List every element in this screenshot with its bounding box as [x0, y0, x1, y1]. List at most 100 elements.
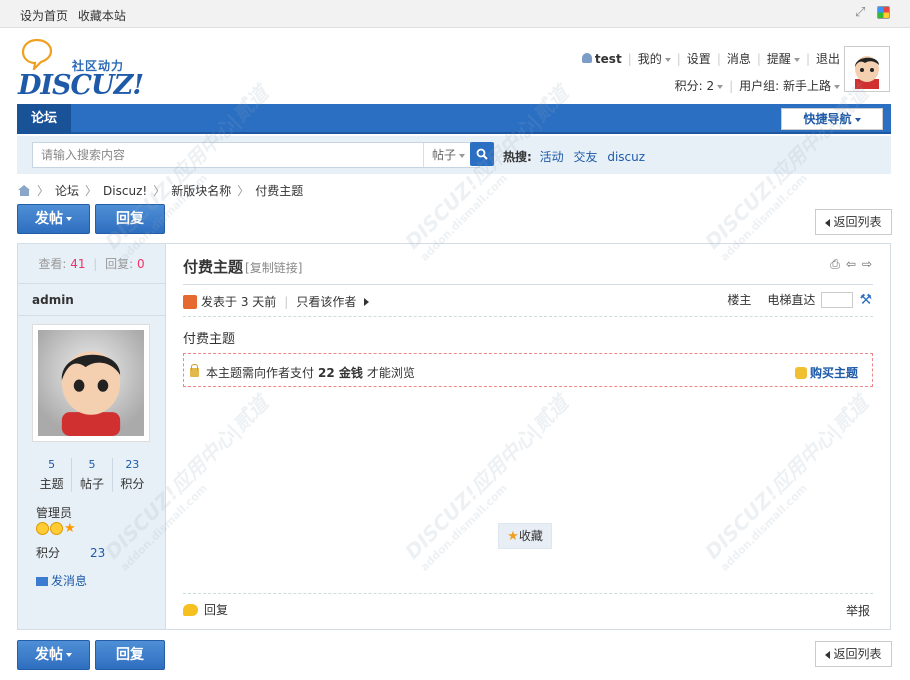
chevron-down-icon	[664, 57, 671, 62]
prev-thread-icon[interactable]: ⇦	[846, 257, 856, 272]
author-sidebar: 查看: 41 | 回复: 0 admin 5主题 5帖子 23积分 管理员	[18, 244, 166, 629]
print-icon[interactable]: ⎙	[830, 257, 840, 272]
new-post-button-bottom[interactable]: 发帖	[17, 640, 90, 670]
report-link[interactable]: 举报	[846, 602, 870, 619]
search-bar: 请输入搜索内容 帖子 热搜: 活动 交友 discuz	[17, 136, 891, 174]
arrow-right-icon	[364, 297, 370, 306]
search-placeholder: 请输入搜索内容	[41, 148, 126, 162]
back-to-list-button[interactable]: 返回列表	[815, 209, 892, 235]
buy-thread-button[interactable]: 购买主题	[794, 364, 858, 381]
smile-icon	[50, 522, 63, 535]
thread-post: 查看: 41 | 回复: 0 admin 5主题 5帖子 23积分 管理员	[17, 243, 891, 630]
divider	[183, 593, 873, 594]
chevron-down-icon	[854, 117, 861, 122]
header-avatar[interactable]	[844, 46, 890, 92]
author-credit: 积分 23	[36, 546, 106, 560]
only-author-link[interactable]: 只看该作者	[296, 293, 356, 310]
divider	[183, 284, 873, 285]
lock-icon	[190, 364, 199, 377]
back-to-list-button-bottom[interactable]: 返回列表	[815, 641, 892, 667]
logo-bubble-icon	[21, 38, 53, 70]
search-button[interactable]	[470, 142, 494, 166]
messages-link[interactable]: 消息	[727, 50, 751, 67]
quick-nav-button[interactable]: 快捷导航	[781, 108, 883, 130]
post-time: 发表于 3 天前	[201, 295, 277, 309]
new-post-button[interactable]: 发帖	[17, 204, 90, 234]
chevron-down-icon	[66, 653, 72, 657]
floor-jump-input[interactable]	[821, 291, 854, 308]
breadcrumb-item[interactable]: 新版块名称	[171, 182, 231, 199]
breadcrumb-item[interactable]: Discuz!	[103, 184, 147, 198]
breadcrumb-current[interactable]: 付费主题	[255, 182, 303, 199]
author-name[interactable]: admin	[18, 284, 165, 316]
jump-label: 电梯直达	[767, 293, 816, 307]
price: 22 金钱	[318, 366, 363, 380]
post-body: 付费主题	[183, 332, 236, 347]
divider	[183, 316, 873, 317]
floor-controls: 楼主 电梯直达 ⚒	[727, 291, 872, 308]
logo-brand: DISCUZ!	[18, 70, 144, 101]
fullscreen-icon[interactable]: ⤢	[855, 6, 869, 20]
arrow-left-icon	[825, 218, 831, 227]
thread-title: 付费主题 [复制链接]	[183, 258, 303, 276]
copy-link[interactable]: [复制链接]	[245, 261, 302, 275]
author-stat[interactable]: 5 主题	[32, 458, 73, 492]
breadcrumb: 〉 论坛 〉 Discuz! 〉 新版块名称 〉 付费主题	[18, 182, 303, 199]
top-links: 设为首页 收藏本站	[20, 7, 132, 24]
site-logo[interactable]: 社区动力 DISCUZ!	[18, 38, 144, 101]
user-bar: test | 我的 | 设置 | 消息 | 提醒 | 退出 积分: 2 | 用户…	[581, 50, 840, 94]
hot-searches: 热搜: 活动 交友 discuz	[503, 148, 651, 165]
reply-link[interactable]: 回复	[204, 601, 228, 618]
chevron-down-icon	[793, 57, 800, 62]
hot-word[interactable]: 活动	[540, 150, 564, 164]
star-icon: ★	[64, 521, 76, 536]
post-footer: 回复	[183, 601, 228, 618]
breadcrumb-item[interactable]: 论坛	[55, 182, 79, 199]
floor-label: 楼主	[727, 293, 752, 307]
hot-searches-label: 热搜:	[503, 150, 532, 164]
author-group[interactable]: 管理员	[36, 504, 72, 521]
set-home-link[interactable]: 设为首页	[20, 9, 68, 23]
reply-button[interactable]: 回复	[95, 204, 165, 234]
online-user-icon	[183, 294, 197, 309]
views-count: 41	[70, 257, 86, 271]
send-message-link[interactable]: 发消息	[36, 572, 87, 589]
avatar-image	[847, 49, 887, 89]
post-tools: ⎙ ⇦ ⇨	[830, 257, 872, 272]
favorite-button[interactable]: ★收藏	[498, 523, 552, 549]
arrow-left-icon	[825, 650, 831, 659]
reminders-menu[interactable]: 提醒	[767, 50, 800, 67]
nav-tab-forum[interactable]: 论坛	[17, 104, 71, 134]
my-menu[interactable]: 我的	[638, 50, 671, 67]
thread-stats: 查看: 41 | 回复: 0	[18, 244, 165, 284]
star-icon: ★	[507, 529, 519, 544]
hand-icon	[794, 366, 807, 379]
user-icon	[581, 52, 592, 63]
post-content: 付费主题 [复制链接] ⎙ ⇦ ⇨ 发表于 3 天前 | 只看该作者 楼主 电梯直…	[167, 244, 890, 629]
settings-link[interactable]: 设置	[687, 50, 711, 67]
replies-count: 0	[137, 257, 145, 271]
author-stat[interactable]: 23 积分	[113, 458, 152, 492]
usergroup-menu[interactable]: 用户组: 新手上路	[739, 77, 840, 94]
smile-icon	[36, 522, 49, 535]
wrench-icon[interactable]: ⚒	[859, 292, 872, 308]
author-avatar[interactable]	[32, 324, 150, 442]
chevron-down-icon	[717, 84, 724, 89]
next-thread-icon[interactable]: ⇨	[862, 257, 872, 272]
paid-content-notice: 本主题需向作者支付 22 金钱 才能浏览 购买主题	[183, 353, 873, 387]
home-icon[interactable]	[18, 185, 31, 196]
bookmark-link[interactable]: 收藏本站	[78, 9, 126, 23]
top-bar: 设为首页 收藏本站 ⤢	[0, 0, 910, 28]
color-theme-icon[interactable]	[877, 6, 890, 19]
credits-menu[interactable]: 积分: 2	[675, 77, 724, 94]
reply-button-bottom[interactable]: 回复	[95, 640, 165, 670]
author-counts: 5 主题 5 帖子 23 积分	[32, 458, 152, 492]
rank-icons: ★	[36, 522, 76, 535]
logout-link[interactable]: 退出	[816, 50, 840, 67]
post-meta: 发表于 3 天前 | 只看该作者	[183, 293, 370, 310]
username-link[interactable]: test	[581, 52, 622, 66]
author-stat[interactable]: 5 帖子	[72, 458, 113, 492]
hot-word[interactable]: 交友	[573, 150, 597, 164]
search-input[interactable]: 请输入搜索内容 帖子	[32, 142, 480, 168]
hot-word[interactable]: discuz	[607, 150, 645, 164]
